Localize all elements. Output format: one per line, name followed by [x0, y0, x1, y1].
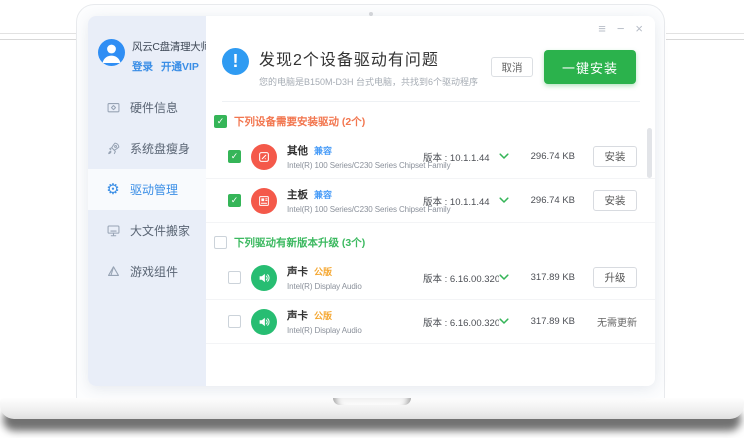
driver-size: 296.74 KB — [519, 151, 575, 162]
install-button[interactable]: 安装 — [593, 190, 637, 211]
sidebar: 风云C盘清理大师 登录 开通VIP 硬件信息 — [88, 16, 206, 386]
chevron-down-icon[interactable] — [499, 197, 519, 204]
driver-name: 声卡 — [287, 264, 308, 279]
section-checkbox[interactable]: ✓ — [214, 115, 227, 128]
driver-version: 版本 : 6.16.00.3200 — [423, 315, 499, 329]
driver-info: 声卡 公版 Intel(R) Display Audio — [287, 264, 423, 291]
install-button[interactable]: 安装 — [593, 146, 637, 167]
public-tag: 公版 — [314, 265, 332, 278]
user-icon — [98, 39, 125, 66]
driver-row-other: ✓ 其他 兼容 Intel(R) 100 Series/C230 Series … — [206, 135, 655, 179]
sidebar-item-disk-slim[interactable]: 系统盘瘦身 — [88, 128, 206, 169]
driver-size: 317.89 KB — [519, 272, 575, 283]
section-upgrade: 下列驱动有新版本升级 (3个) — [206, 223, 655, 256]
driver-size: 317.89 KB — [519, 316, 575, 327]
driver-name: 主板 — [287, 187, 308, 202]
sidebar-item-hardware-info[interactable]: 硬件信息 — [88, 87, 206, 128]
row-checkbox[interactable] — [228, 271, 241, 284]
public-tag: 公版 — [314, 309, 332, 322]
sidebar-item-label: 系统盘瘦身 — [130, 140, 190, 157]
sidebar-item-driver-manager[interactable]: ⚙ 驱动管理 — [88, 169, 206, 210]
monitor-icon — [105, 223, 121, 239]
row-checkbox[interactable] — [228, 315, 241, 328]
compat-tag: 兼容 — [314, 144, 332, 157]
driver-version: 版本 : 10.1.1.44 — [423, 150, 499, 164]
driver-row-motherboard: ✓ 主板 兼容 Intel(R) 100 Series/C2 — [206, 179, 655, 223]
driver-info: 主板 兼容 Intel(R) 100 Series/C230 Series Ch… — [287, 187, 423, 214]
app-title: 风云C盘清理大师 — [132, 39, 211, 54]
other-device-icon — [251, 144, 277, 170]
cancel-button[interactable]: 取消 — [491, 57, 533, 77]
app-window: 风云C盘清理大师 登录 开通VIP 硬件信息 — [88, 16, 655, 386]
speaker-icon — [251, 265, 277, 291]
alert-icon: ! — [222, 48, 249, 75]
section-title: 下列驱动有新版本升级 (3个) — [234, 235, 365, 250]
row-checkbox[interactable]: ✓ — [228, 194, 241, 207]
section-need-install: ✓ 下列设备需要安装驱动 (2个) — [206, 102, 655, 135]
driver-row-audio-2: 声卡 公版 Intel(R) Display Audio 版本 : 6.16.0… — [206, 300, 655, 344]
menu-icon[interactable]: ≡ — [598, 22, 606, 35]
minimize-icon[interactable]: − — [617, 22, 625, 35]
section-title: 下列设备需要安装驱动 (2个) — [234, 114, 365, 129]
driver-version: 版本 : 6.16.00.3200 — [423, 271, 499, 285]
user-block: 风云C盘清理大师 登录 开通VIP — [98, 39, 200, 74]
compat-tag: 兼容 — [314, 188, 332, 201]
row-checkbox[interactable]: ✓ — [228, 150, 241, 163]
driver-info: 其他 兼容 Intel(R) 100 Series/C230 Series Ch… — [287, 143, 423, 170]
sidebar-item-file-move[interactable]: 大文件搬家 — [88, 210, 206, 251]
section-checkbox[interactable] — [214, 236, 227, 249]
main-panel: ≡ − × ! 发现2个设备驱动有问题 您的电脑是B150M-D3H 台式电脑，… — [206, 16, 655, 386]
hinge-line-left — [0, 33, 76, 40]
user-texts: 风云C盘清理大师 登录 开通VIP — [132, 39, 211, 74]
upgrade-button[interactable]: 升级 — [593, 267, 637, 288]
sidebar-item-label: 大文件搬家 — [130, 222, 190, 239]
driver-list: ✓ 下列设备需要安装驱动 (2个) ✓ 其他 兼容 — [206, 102, 655, 386]
scan-result-header: ! 发现2个设备驱动有问题 您的电脑是B150M-D3H 台式电脑，共找到6个驱… — [222, 16, 640, 102]
laptop-base-notch — [333, 398, 411, 405]
vip-link[interactable]: 开通VIP — [161, 59, 199, 74]
hinge-line-right — [666, 33, 744, 40]
driver-name: 声卡 — [287, 308, 308, 323]
chevron-down-icon[interactable] — [499, 153, 519, 160]
chip-icon — [105, 100, 121, 116]
driver-desc: Intel(R) Display Audio — [287, 326, 423, 335]
driver-desc: Intel(R) 100 Series/C230 Series Chipset … — [287, 205, 423, 214]
speaker-icon — [251, 309, 277, 335]
page-subtitle: 您的电脑是B150M-D3H 台式电脑，共找到6个驱动程序 — [259, 75, 491, 88]
header-texts: 发现2个设备驱动有问题 您的电脑是B150M-D3H 台式电脑，共找到6个驱动程… — [259, 46, 491, 88]
laptop-base — [0, 398, 744, 419]
driver-desc: Intel(R) Display Audio — [287, 282, 423, 291]
driver-info: 声卡 公版 Intel(R) Display Audio — [287, 308, 423, 335]
page-title: 发现2个设备驱动有问题 — [259, 46, 491, 70]
sidebar-item-label: 游戏组件 — [130, 263, 178, 280]
install-all-button[interactable]: 一键安装 — [544, 50, 636, 84]
no-update-label: 无需更新 — [597, 318, 637, 329]
driver-name: 其他 — [287, 143, 308, 158]
gear-icon: ⚙ — [105, 182, 121, 198]
chevron-down-icon[interactable] — [499, 318, 519, 325]
close-icon[interactable]: × — [635, 22, 643, 35]
sidebar-item-label: 驱动管理 — [130, 181, 178, 198]
motherboard-icon — [251, 188, 277, 214]
login-link[interactable]: 登录 — [132, 59, 153, 74]
window-controls: ≡ − × — [598, 22, 643, 35]
driver-size: 296.74 KB — [519, 195, 575, 206]
laptop-mockup: 风云C盘清理大师 登录 开通VIP 硬件信息 — [0, 0, 744, 438]
avatar[interactable] — [98, 39, 125, 66]
sidebar-item-game-components[interactable]: 游戏组件 — [88, 251, 206, 292]
triangle-icon — [105, 264, 121, 280]
chevron-down-icon[interactable] — [499, 274, 519, 281]
sidebar-menu: 硬件信息 系统盘瘦身 ⚙ 驱动管理 — [88, 87, 206, 292]
rocket-icon — [105, 141, 121, 157]
driver-version: 版本 : 10.1.1.44 — [423, 194, 499, 208]
driver-desc: Intel(R) 100 Series/C230 Series Chipset … — [287, 161, 423, 170]
scrollbar-thumb[interactable] — [647, 128, 652, 178]
driver-row-audio-1: 声卡 公版 Intel(R) Display Audio 版本 : 6.16.0… — [206, 256, 655, 300]
sidebar-item-label: 硬件信息 — [130, 99, 178, 116]
